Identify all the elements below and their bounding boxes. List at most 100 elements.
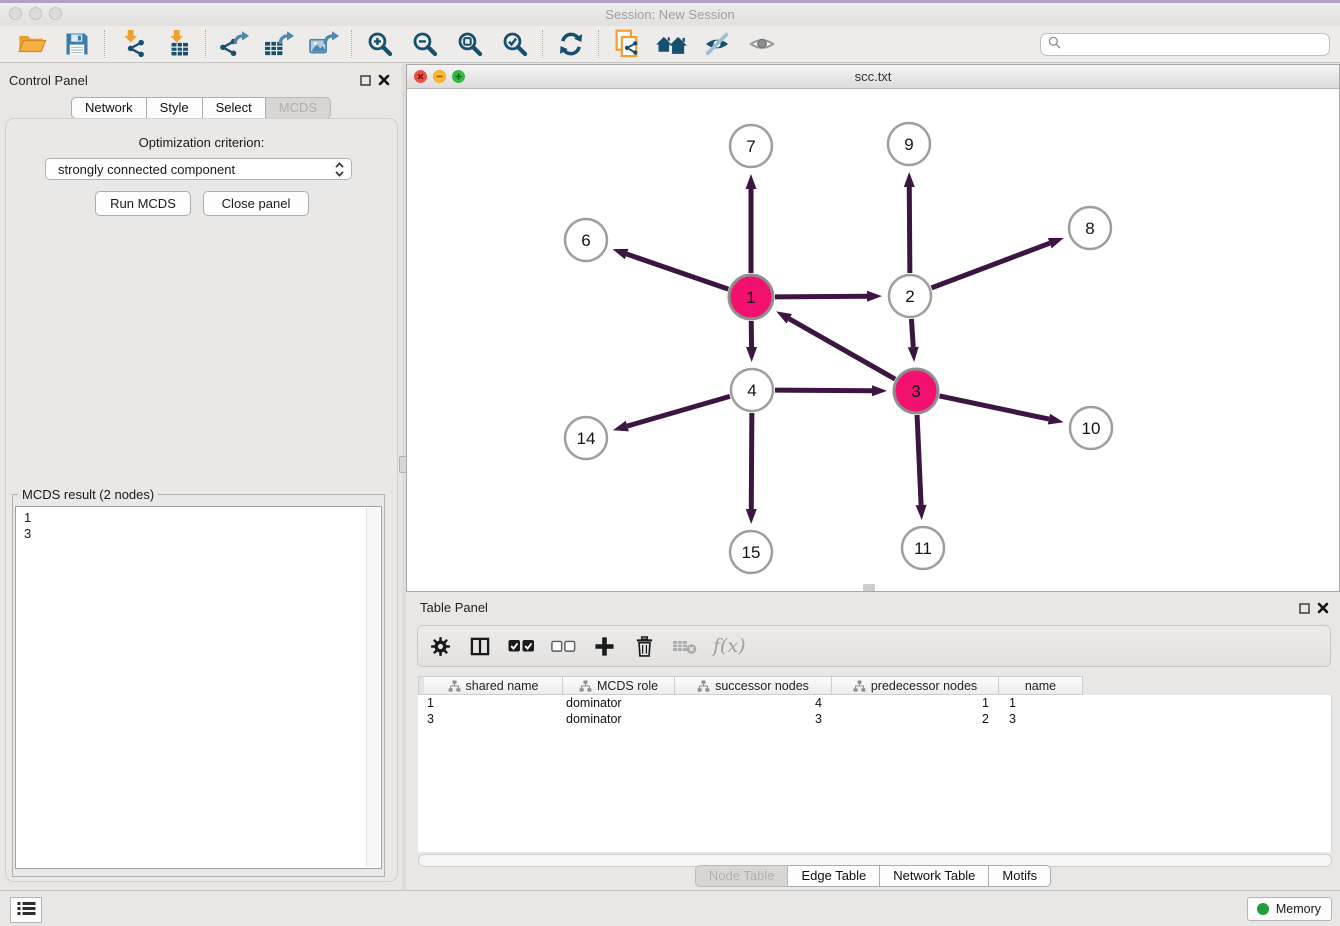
graph-edge-4-15[interactable]	[751, 413, 752, 509]
window-resize-handle[interactable]	[863, 584, 875, 591]
column-header-shared-name[interactable]: shared name	[424, 676, 563, 695]
control-panel-float-icon[interactable]	[360, 74, 371, 89]
graph-node-8[interactable]: 8	[1069, 207, 1111, 249]
graph-node-9[interactable]: 9	[888, 123, 930, 165]
graph-edge-3-1[interactable]	[789, 319, 895, 379]
deselect-all-icon[interactable]	[551, 633, 576, 659]
zoom-selected-icon[interactable]	[498, 29, 531, 60]
tab-network[interactable]: Network	[71, 97, 147, 119]
table-cell[interactable]: dominator	[563, 696, 675, 710]
table-cell[interactable]: 1	[999, 696, 1083, 710]
task-history-button[interactable]	[10, 897, 42, 923]
gear-icon[interactable]	[428, 633, 452, 659]
table-cell[interactable]: 3	[999, 712, 1083, 726]
graph-edge-3-11[interactable]	[917, 415, 921, 505]
table-cell[interactable]: 1	[832, 696, 999, 710]
table-panel-close-icon[interactable]	[1317, 602, 1329, 617]
zoom-out-icon[interactable]	[408, 29, 441, 60]
column-header-predecessor-nodes[interactable]: predecessor nodes	[832, 676, 999, 695]
graph-edge-2-3[interactable]	[911, 319, 913, 347]
graph-node-14[interactable]: 14	[565, 417, 607, 459]
graph-edge-1-2[interactable]	[775, 296, 867, 297]
home-icon[interactable]	[655, 29, 688, 60]
network-canvas[interactable]: 7 9 6 8 1 2 4 3 14 10 15 11	[407, 88, 1339, 591]
graph-node-3[interactable]: 3	[894, 369, 938, 413]
table-row[interactable]: 1dominator411	[418, 695, 1331, 711]
zoom-fit-icon[interactable]	[453, 29, 486, 60]
graph-edge-arrowhead	[746, 174, 757, 189]
column-header-successor-nodes[interactable]: successor nodes	[675, 676, 832, 695]
control-panel-close-icon[interactable]	[378, 74, 390, 89]
graph-edge-2-8[interactable]	[932, 243, 1050, 288]
graph-edge-4-3[interactable]	[775, 390, 872, 391]
network-file-icon[interactable]	[610, 29, 643, 60]
graph-node-6[interactable]: 6	[565, 219, 607, 261]
graph-node-label: 4	[747, 381, 756, 400]
toolbar-group	[599, 29, 789, 60]
import-table-icon[interactable]	[161, 29, 194, 60]
graph-node-4[interactable]: 4	[731, 369, 773, 411]
graph-node-10[interactable]: 10	[1070, 407, 1112, 449]
criterion-select[interactable]: strongly connected component	[45, 158, 352, 180]
toolbar-group	[352, 29, 542, 60]
column-header-label: successor nodes	[715, 679, 809, 693]
open-folder-icon[interactable]	[15, 29, 48, 60]
save-icon[interactable]	[60, 29, 93, 60]
graph-node-label: 3	[911, 382, 920, 401]
column-header-MCDS-role[interactable]: MCDS role	[563, 676, 675, 695]
table-header-row: shared name MCDS role successor nodes prede…	[418, 676, 1083, 695]
graph-node-1[interactable]: 1	[729, 275, 773, 319]
graph-edge-1-6[interactable]	[627, 254, 729, 289]
table-cell[interactable]: 2	[832, 712, 999, 726]
table-tab-motifs[interactable]: Motifs	[989, 865, 1051, 887]
table-cell[interactable]: 3	[424, 712, 563, 726]
table-tab-edge-table[interactable]: Edge Table	[788, 865, 880, 887]
window-title: Session: New Session	[0, 7, 1340, 22]
zoom-in-icon[interactable]	[363, 29, 396, 60]
graph-node-2[interactable]: 2	[889, 275, 931, 317]
table-cell[interactable]: 4	[675, 696, 832, 710]
table-tab-node-table[interactable]: Node Table	[695, 865, 789, 887]
table-row[interactable]: 3dominator323	[418, 711, 1331, 727]
select-all-icon[interactable]	[508, 633, 535, 659]
tab-mcds[interactable]: MCDS	[266, 97, 331, 119]
tab-style[interactable]: Style	[147, 97, 203, 119]
add-icon[interactable]	[592, 633, 616, 659]
table-cell[interactable]: dominator	[563, 712, 675, 726]
graph-node-11[interactable]: 11	[902, 527, 944, 569]
mcds-tab-content: Optimization criterion: strongly connect…	[5, 118, 398, 882]
memory-button[interactable]: Memory	[1247, 897, 1332, 921]
run-mcds-button[interactable]: Run MCDS	[95, 191, 191, 216]
network-window-titlebar[interactable]: scc.txt	[407, 65, 1339, 89]
close-panel-button[interactable]: Close panel	[203, 191, 309, 216]
table-panel-float-icon[interactable]	[1299, 602, 1310, 617]
split-columns-icon[interactable]	[468, 633, 492, 659]
search-input[interactable]	[1065, 35, 1329, 54]
graph-edge-arrowhead	[916, 505, 927, 520]
graph-edge-3-10[interactable]	[939, 396, 1048, 419]
graph-node-label: 8	[1085, 219, 1094, 238]
table-cell[interactable]: 3	[675, 712, 832, 726]
tab-select[interactable]: Select	[203, 97, 266, 119]
mcds-result-item: 1	[24, 510, 357, 526]
table-cell[interactable]: 1	[424, 696, 563, 710]
export-table-icon[interactable]	[262, 29, 295, 60]
table-tab-network-table[interactable]: Network Table	[880, 865, 989, 887]
column-header-label: shared name	[466, 679, 539, 693]
search-box[interactable]	[1040, 33, 1330, 56]
scrollbar-track[interactable]	[366, 508, 380, 867]
refresh-icon[interactable]	[554, 29, 587, 60]
mcds-result-list[interactable]: 13	[15, 506, 382, 869]
graph-edge-4-14[interactable]	[627, 396, 730, 426]
control-panel-title: Control Panel	[9, 73, 88, 88]
graph-node-15[interactable]: 15	[730, 531, 772, 573]
graph-edge-2-9[interactable]	[909, 187, 910, 273]
hide-selected-icon[interactable]	[700, 29, 733, 60]
delete-icon[interactable]	[632, 633, 656, 659]
import-network-icon[interactable]	[116, 29, 149, 60]
export-image-icon[interactable]	[307, 29, 340, 60]
export-network-icon[interactable]	[217, 29, 250, 60]
show-all-icon[interactable]	[745, 29, 778, 60]
column-header-name[interactable]: name	[999, 676, 1083, 695]
graph-node-7[interactable]: 7	[730, 125, 772, 167]
